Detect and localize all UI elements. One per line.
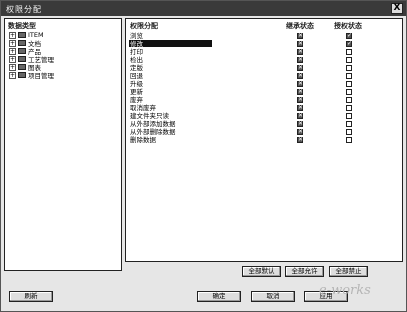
tree-item[interactable]: + 项目管理 <box>9 71 54 80</box>
expand-icon[interactable]: + <box>9 39 16 47</box>
refresh-button[interactable]: 刷新 <box>9 291 53 302</box>
permission-row[interactable]: 升级 ✕ <box>130 80 400 88</box>
grant-checkbox[interactable] <box>346 105 352 111</box>
inherit-checkbox[interactable]: ✕ <box>297 65 303 71</box>
inherit-checkbox[interactable]: ✕ <box>297 121 303 127</box>
permission-label: 废弃 <box>130 96 143 104</box>
all-deny-button[interactable]: 全部禁止 <box>329 266 368 277</box>
grant-checkbox[interactable]: ✓ <box>346 41 352 47</box>
permission-row[interactable]: 从外部添加数据 ✕ <box>130 120 400 128</box>
permission-label: 删除数据 <box>130 136 156 144</box>
permission-label: 定版 <box>130 64 143 72</box>
data-type-header: 数据类型 <box>8 22 36 30</box>
tree-item-label: 项目管理 <box>28 72 54 80</box>
permission-row[interactable]: 打印 ✕ <box>130 48 400 56</box>
folder-icon <box>18 48 26 54</box>
inherit-checkbox[interactable]: ✕ <box>297 89 303 95</box>
title-bar: 权限分配 X <box>1 1 406 16</box>
permission-label: 从外部删除数据 <box>130 128 176 136</box>
inherit-status-header: 继承状态 <box>286 22 314 30</box>
permission-row[interactable]: 定版 ✕ <box>130 64 400 72</box>
permission-label: 打印 <box>130 48 143 56</box>
watermark-logo: e-works <box>319 283 371 298</box>
all-allow-button[interactable]: 全部允许 <box>285 266 324 277</box>
permission-label: 检出 <box>130 56 143 64</box>
permission-row[interactable]: 建文件夹只读 ✕ <box>130 112 400 120</box>
inherit-checkbox[interactable]: ✕ <box>297 73 303 79</box>
permission-row[interactable]: 回退 ✕ <box>130 72 400 80</box>
permission-label: 浏览 <box>130 32 143 40</box>
grant-checkbox[interactable] <box>346 89 352 95</box>
data-type-panel: 数据类型 + ITEM + 文档 + 产品 + 工艺管理 + 图表 + 项目管理 <box>4 18 122 271</box>
permission-list: 浏览 ✕ ✓ 修改 ✕ ✓ 打印 ✕ 检出 ✕ 定版 ✕ 回退 ✕ 升级 ✕ 更新 ✕ 废弃 ✕ 取消废弃 ✕ 建文件夹只读… <box>129 32 400 144</box>
permission-label: 从外部添加数据 <box>130 120 176 128</box>
inherit-checkbox[interactable]: ✕ <box>297 137 303 143</box>
permission-row[interactable]: 从外部删除数据 ✕ <box>130 128 400 136</box>
folder-icon <box>18 32 26 38</box>
inherit-checkbox[interactable]: ✕ <box>297 97 303 103</box>
inherit-checkbox[interactable]: ✕ <box>297 49 303 55</box>
inherit-checkbox[interactable]: ✕ <box>297 129 303 135</box>
grant-checkbox[interactable] <box>346 121 352 127</box>
grant-checkbox[interactable] <box>346 65 352 71</box>
grant-checkbox[interactable] <box>346 57 352 63</box>
permission-label: 修改 <box>130 40 143 48</box>
permission-label: 更新 <box>130 88 143 96</box>
grant-checkbox[interactable] <box>346 97 352 103</box>
inherit-checkbox[interactable]: ✕ <box>297 113 303 119</box>
permission-row[interactable]: 更新 ✕ <box>130 88 400 96</box>
close-icon[interactable]: X <box>391 3 403 14</box>
inherit-checkbox[interactable]: ✕ <box>297 41 303 47</box>
grant-checkbox[interactable]: ✓ <box>346 33 352 39</box>
data-type-tree: + ITEM + 文档 + 产品 + 工艺管理 + 图表 + 项目管理 <box>9 31 54 80</box>
inherit-checkbox[interactable]: ✕ <box>297 33 303 39</box>
grant-checkbox[interactable] <box>346 137 352 143</box>
folder-icon <box>18 56 26 62</box>
ok-button[interactable]: 确定 <box>197 291 241 302</box>
inherit-checkbox[interactable]: ✕ <box>297 57 303 63</box>
permission-label: 建文件夹只读 <box>130 112 169 120</box>
permission-panel: 权限分配 继承状态 授权状态 浏览 ✕ ✓ 修改 ✕ ✓ 打印 ✕ 检出 ✕ 定版 ✕ 回退 ✕ 升级 ✕ 更新… <box>125 18 403 262</box>
grant-checkbox[interactable] <box>346 49 352 55</box>
permission-row[interactable]: 取消废弃 ✕ <box>130 104 400 112</box>
permission-row[interactable]: 废弃 ✕ <box>130 96 400 104</box>
permission-dialog: 权限分配 X 数据类型 + ITEM + 文档 + 产品 + 工艺管理 + 图表 + 项目管理 权限分… <box>0 0 407 312</box>
permission-label: 升级 <box>130 80 143 88</box>
all-default-button[interactable]: 全部默认 <box>242 266 281 277</box>
grant-checkbox[interactable] <box>346 81 352 87</box>
permission-row[interactable]: 删除数据 ✕ <box>130 136 400 144</box>
expand-icon[interactable]: + <box>9 63 16 71</box>
grant-checkbox[interactable] <box>346 129 352 135</box>
expand-icon[interactable]: + <box>9 47 16 55</box>
permission-name-header: 权限分配 <box>130 22 158 30</box>
cancel-button[interactable]: 取消 <box>251 291 295 302</box>
permission-label: 回退 <box>130 72 143 80</box>
grant-checkbox[interactable] <box>346 73 352 79</box>
expand-icon[interactable]: + <box>9 31 16 39</box>
grant-status-header: 授权状态 <box>334 22 362 30</box>
folder-icon <box>18 40 26 46</box>
inherit-checkbox[interactable]: ✕ <box>297 81 303 87</box>
grant-checkbox[interactable] <box>346 113 352 119</box>
inherit-checkbox[interactable]: ✕ <box>297 105 303 111</box>
folder-icon <box>18 64 26 70</box>
window-title: 权限分配 <box>6 5 42 14</box>
permission-row[interactable]: 浏览 ✕ ✓ <box>130 32 400 40</box>
expand-icon[interactable]: + <box>9 55 16 63</box>
folder-icon <box>18 72 26 78</box>
permission-row[interactable]: 修改 ✕ ✓ <box>129 40 400 48</box>
permission-label: 取消废弃 <box>130 104 156 112</box>
permission-row[interactable]: 检出 ✕ <box>130 56 400 64</box>
expand-icon[interactable]: + <box>9 71 16 79</box>
